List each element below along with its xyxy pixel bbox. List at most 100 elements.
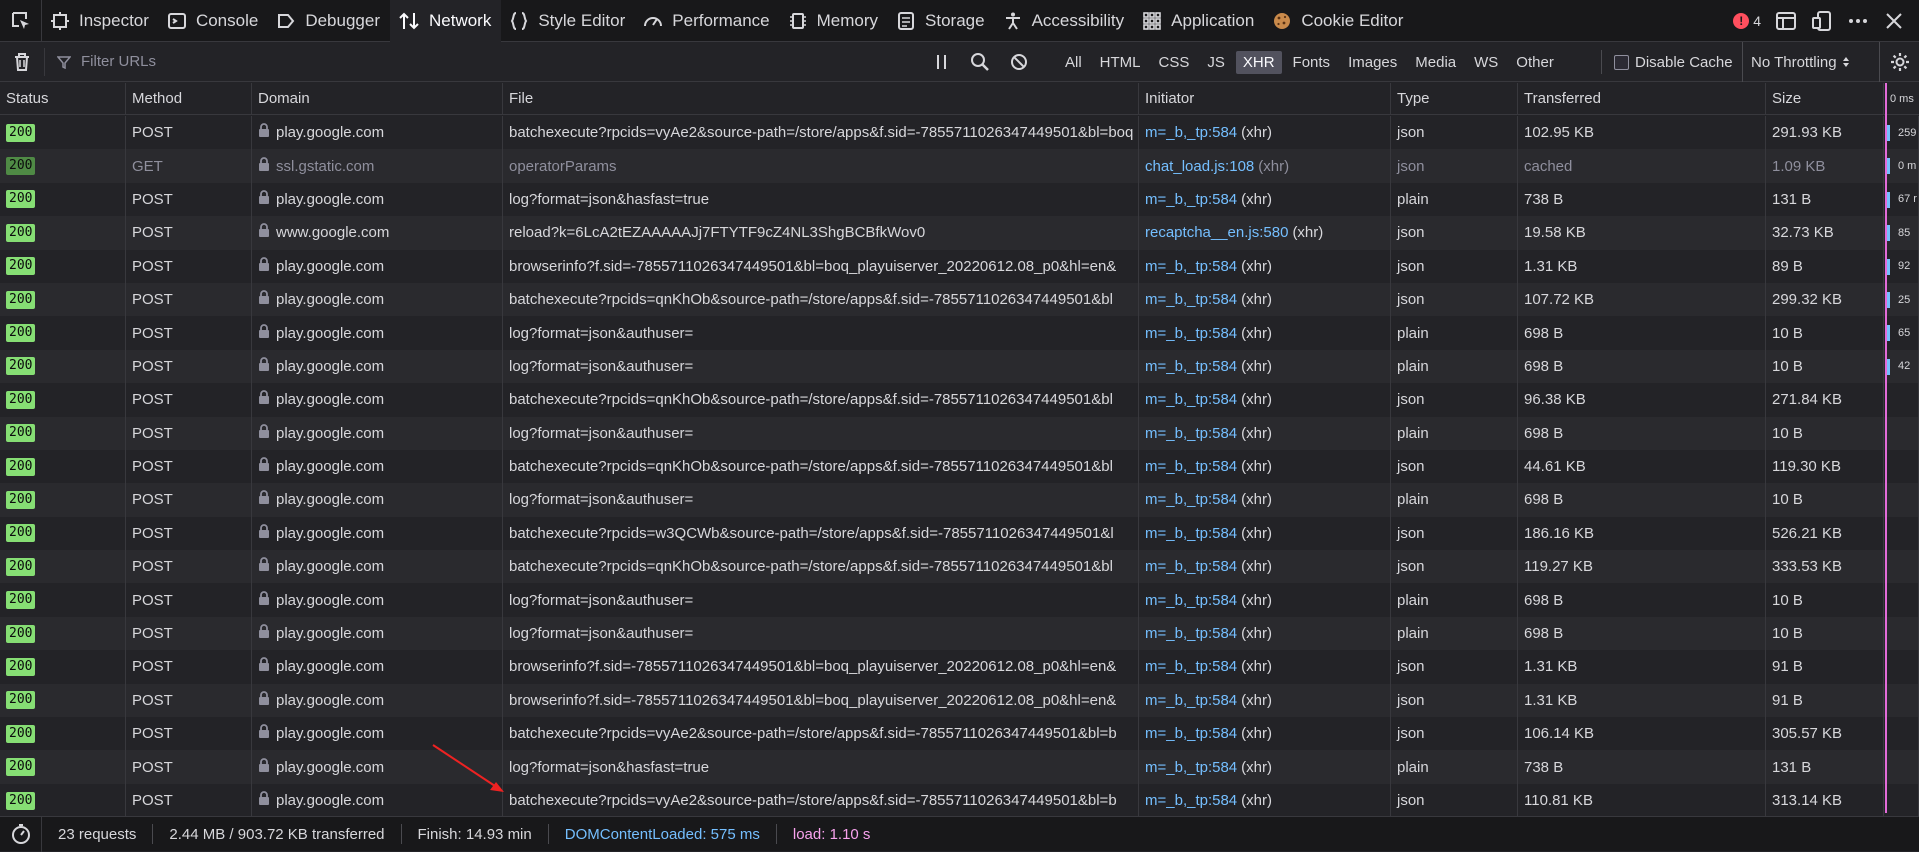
column-header-status[interactable]: Status (0, 82, 126, 115)
table-row[interactable]: 200 POST play.google.com log?format=json&au… (0, 483, 1919, 517)
table-row[interactable]: 200 POST play.google.com batchexecute?rpcid… (0, 449, 1919, 484)
filter-type-media[interactable]: Media (1408, 51, 1463, 74)
filter-type-all[interactable]: All (1058, 51, 1089, 74)
table-row[interactable]: 200 POST play.google.com log?format=json&au… (0, 616, 1919, 651)
domain-cell: play.google.com (252, 282, 503, 317)
tab-console[interactable]: Console (159, 0, 268, 42)
type-cell: json (1391, 216, 1518, 250)
initiator-link[interactable]: m=_b,_tp:584 (1145, 759, 1237, 776)
table-row[interactable]: 200 POST play.google.com log?format=json&ha… (0, 182, 1919, 217)
table-row[interactable]: 200 POST play.google.com log?format=json&au… (0, 349, 1919, 384)
table-row[interactable]: 200 POST play.google.com batchexecute?rpcid… (0, 783, 1919, 818)
initiator-link[interactable]: m=_b,_tp:584 (1145, 124, 1237, 141)
block-icon[interactable] (1010, 53, 1028, 71)
initiator-link[interactable]: m=_b,_tp:584 (1145, 325, 1237, 342)
tab-memory[interactable]: Memory (780, 0, 888, 42)
initiator-link[interactable]: recaptcha__en.js:580 (1145, 224, 1288, 241)
transferred-cell: 698 B (1518, 316, 1766, 350)
table-row[interactable]: 200 POST play.google.com browserinfo?f.sid=… (0, 683, 1919, 718)
filter-type-js[interactable]: JS (1200, 51, 1232, 74)
table-row[interactable]: 200 POST play.google.com log?format=json&ha… (0, 750, 1919, 784)
initiator-link[interactable]: m=_b,_tp:584 (1145, 391, 1237, 408)
tab-performance[interactable]: Performance (635, 0, 779, 42)
initiator-link[interactable]: m=_b,_tp:584 (1145, 792, 1237, 809)
table-row[interactable]: 200 POST play.google.com batchexecute?rpcid… (0, 516, 1919, 551)
filter-urls-input[interactable] (79, 52, 879, 71)
table-row[interactable]: 200 POST play.google.com browserinfo?f.sid=… (0, 650, 1919, 684)
initiator-link[interactable]: chat_load.js:108 (1145, 158, 1254, 175)
filter-type-ws[interactable]: WS (1467, 51, 1505, 74)
pause-icon[interactable] (934, 53, 950, 71)
disable-cache-checkbox[interactable] (1614, 54, 1629, 70)
close-icon[interactable] (1883, 10, 1905, 32)
initiator-link[interactable]: m=_b,_tp:584 (1145, 258, 1237, 275)
error-count-badge[interactable]: ! 4 (1733, 13, 1761, 29)
column-header-waterfall[interactable]: 0 ms (1884, 83, 1919, 115)
dock-side-icon[interactable] (1775, 10, 1797, 32)
column-header-size[interactable]: Size (1766, 82, 1884, 115)
tab-debugger[interactable]: Debugger (268, 0, 390, 42)
initiator-link[interactable]: m=_b,_tp:584 (1145, 725, 1237, 742)
request-count: 23 requests (42, 824, 154, 844)
initiator-link[interactable]: m=_b,_tp:584 (1145, 358, 1237, 375)
filter-type-html[interactable]: HTML (1093, 51, 1148, 74)
table-row[interactable]: 200 POST play.google.com log?format=json&au… (0, 583, 1919, 617)
initiator-link[interactable]: m=_b,_tp:584 (1145, 558, 1237, 575)
initiator-link[interactable]: m=_b,_tp:584 (1145, 291, 1237, 308)
initiator-link[interactable]: m=_b,_tp:584 (1145, 458, 1237, 475)
domain-text: play.google.com (276, 792, 385, 809)
table-row[interactable]: 200 POST play.google.com batchexecute?rpcid… (0, 383, 1919, 417)
disable-cache-toggle[interactable]: Disable Cache (1601, 42, 1733, 82)
tab-label: Cookie Editor (1301, 10, 1404, 30)
column-header-initiator[interactable]: Initiator (1139, 82, 1391, 115)
filter-type-fonts[interactable]: Fonts (1286, 51, 1338, 74)
transferred-cell: 19.58 KB (1518, 216, 1766, 250)
responsive-design-icon[interactable] (1811, 10, 1833, 32)
table-row[interactable]: 200 POST play.google.com batchexecute?rpcid… (0, 550, 1919, 584)
more-options-icon[interactable] (1847, 10, 1869, 32)
initiator-link[interactable]: m=_b,_tp:584 (1145, 625, 1237, 642)
tab-style-editor[interactable]: Style Editor (501, 0, 635, 42)
table-row[interactable]: 200 POST play.google.com batchexecute?rpcid… (0, 717, 1919, 751)
column-header-file[interactable]: File (503, 82, 1139, 115)
table-row[interactable]: 200 POST www.google.com reload?k=6LcA2tEZAA… (0, 216, 1919, 250)
tab-network[interactable]: Network (389, 0, 502, 42)
table-row[interactable]: 200 POST play.google.com batchexecute?rpcid… (0, 116, 1919, 150)
filter-type-css[interactable]: CSS (1152, 51, 1197, 74)
initiator-link[interactable]: m=_b,_tp:584 (1145, 592, 1237, 609)
element-picker-button[interactable] (0, 0, 42, 42)
column-header-method[interactable]: Method (126, 82, 252, 115)
initiator-link[interactable]: m=_b,_tp:584 (1145, 191, 1237, 208)
type-cell: plain (1391, 750, 1518, 784)
table-row[interactable]: 200 POST play.google.com log?format=json&au… (0, 416, 1919, 450)
initiator-link[interactable]: m=_b,_tp:584 (1145, 491, 1237, 508)
throttling-select[interactable]: No Throttling (1742, 42, 1850, 82)
network-settings-button[interactable] (1879, 42, 1919, 82)
status-badge: 200 (6, 758, 36, 777)
search-icon[interactable] (970, 52, 990, 72)
clear-requests-button[interactable] (0, 42, 44, 82)
initiator-link[interactable]: m=_b,_tp:584 (1145, 425, 1237, 442)
tab-cookie-editor[interactable]: Cookie Editor (1264, 0, 1413, 42)
table-row[interactable]: 200 GET ssl.gstatic.com operatorParams chat_… (0, 149, 1919, 183)
tab-application[interactable]: Application (1134, 0, 1264, 42)
tab-accessibility[interactable]: Accessibility (995, 0, 1135, 42)
column-header-domain[interactable]: Domain (252, 82, 503, 115)
initiator-link[interactable]: m=_b,_tp:584 (1145, 692, 1237, 709)
table-row[interactable]: 200 POST play.google.com batchexecute?rpcid… (0, 282, 1919, 317)
method-cell: GET (126, 149, 252, 183)
column-header-transferred[interactable]: Transferred (1518, 82, 1766, 115)
initiator-cell: m=_b,_tp:584 (xhr) (1139, 116, 1391, 150)
transferred-cell: 698 B (1518, 583, 1766, 617)
initiator-link[interactable]: m=_b,_tp:584 (1145, 658, 1237, 675)
initiator-link[interactable]: m=_b,_tp:584 (1145, 525, 1237, 542)
filter-type-other[interactable]: Other (1509, 51, 1561, 74)
filter-type-xhr[interactable]: XHR (1235, 50, 1282, 74)
column-header-type[interactable]: Type (1391, 82, 1518, 115)
tab-inspector[interactable]: Inspector (42, 0, 159, 42)
performance-analysis-button[interactable] (0, 816, 42, 852)
table-row[interactable]: 200 POST play.google.com browserinfo?f.sid=… (0, 249, 1919, 283)
table-row[interactable]: 200 POST play.google.com log?format=json&au… (0, 316, 1919, 350)
filter-type-images[interactable]: Images (1341, 51, 1404, 74)
tab-storage[interactable]: Storage (888, 0, 995, 42)
